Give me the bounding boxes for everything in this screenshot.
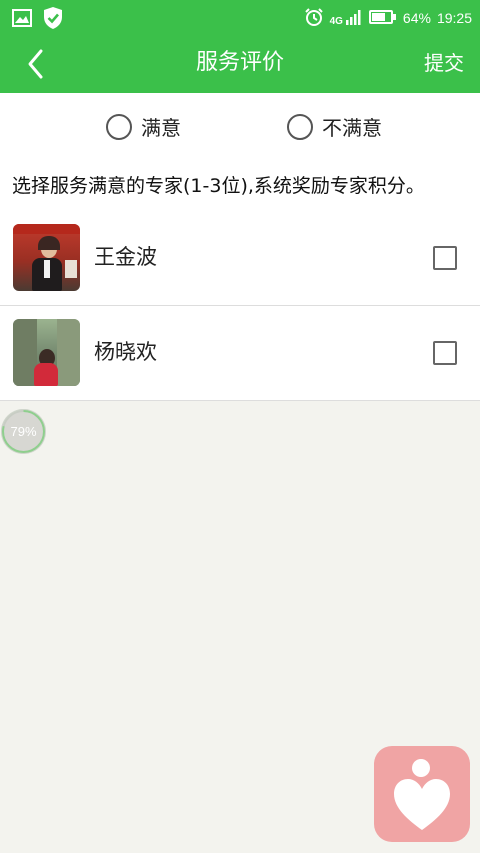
signal-icon [345,8,363,29]
page-title: 服务评价 [195,50,284,75]
expert-checkbox[interactable] [433,341,457,365]
floating-action-button[interactable] [374,746,470,842]
expert-row[interactable]: 王金波 [0,211,480,306]
radio-circle-icon [106,113,132,140]
expert-row[interactable]: 杨晓欢 [0,306,480,401]
status-right: 4G 64% 19:25 [304,6,472,30]
submit-button[interactable]: 提交 [424,46,464,80]
shield-check-icon [42,6,64,34]
radio-circle-icon [287,113,313,140]
heart-person-icon [374,759,470,846]
status-left [12,6,64,34]
battery-icon [368,9,397,28]
image-icon [12,9,32,31]
network-label: 4G [329,15,343,27]
radio-dissatisfied[interactable]: 不满意 [287,112,382,141]
expert-checkbox[interactable] [433,246,457,270]
status-bar: 4G 64% 19:25 [0,0,480,36]
alarm-icon [304,7,324,30]
radio-satisfied[interactable]: 满意 [106,112,181,141]
radio-label-dissatisfied: 不满意 [322,116,382,140]
expert-selection-hint: 选择服务满意的专家(1-3位),系统奖励专家积分。 [12,175,425,197]
progress-indicator: 79% [1,409,46,454]
clock: 19:25 [436,10,472,26]
progress-label: 79% [10,424,37,439]
rating-radio-group: 满意 不满意 [0,93,480,157]
avatar [13,224,80,291]
expert-name: 杨晓欢 [94,340,157,364]
expert-name: 王金波 [94,245,157,269]
avatar [13,319,80,386]
radio-label-satisfied: 满意 [141,116,181,140]
app-header: 4G 64% 19:25 服务评价 提交 [0,0,480,93]
evaluation-panel: 满意 不满意 选择服务满意的专家(1-3位),系统奖励专家积分。 王金波 杨晓欢 [0,93,480,401]
battery-percent: 64% [402,10,431,26]
